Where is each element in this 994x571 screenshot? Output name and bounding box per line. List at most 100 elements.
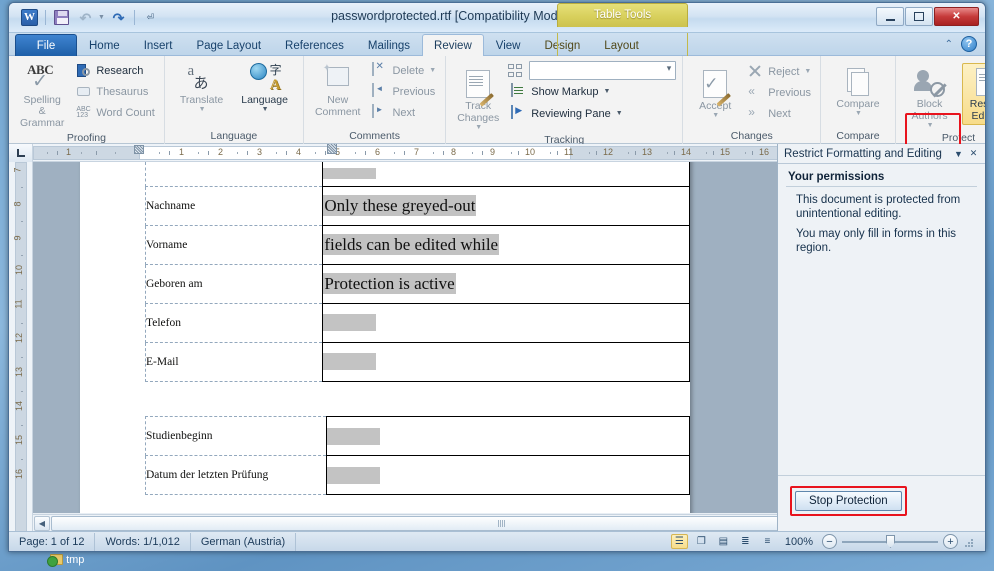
task-pane-close-icon[interactable]: ✕	[966, 146, 981, 161]
form-table-personal[interactable]: Nachname Only these greyed-out Vorname f…	[144, 162, 690, 382]
tab-references[interactable]: References	[273, 34, 356, 56]
help-icon[interactable]: ?	[961, 36, 977, 52]
reject-label: Reject	[768, 65, 800, 78]
tab-home[interactable]: Home	[77, 34, 132, 56]
table-row[interactable]: Datum der letzten Prüfung	[145, 455, 691, 495]
task-pane-header: Restrict Formatting and Editing ▼ ✕	[778, 144, 985, 163]
reject-dropdown-icon[interactable]: ▼	[804, 68, 811, 75]
table-row[interactable]	[144, 162, 690, 187]
table-row[interactable]: Nachname Only these greyed-out	[144, 185, 690, 226]
spelling-grammar-button[interactable]: ABC ✓ Spelling & Grammar	[15, 59, 69, 132]
tab-layout[interactable]: Layout	[592, 34, 651, 56]
next-comment-button[interactable]: Next	[369, 102, 439, 123]
compare-dropdown-icon[interactable]: ▼	[855, 110, 862, 117]
new-comment-button[interactable]: ✦ New Comment	[310, 59, 366, 121]
group-title-changes: Changes	[730, 130, 773, 142]
reject-button[interactable]: Reject ▼	[745, 61, 814, 82]
tab-selector-button[interactable]	[9, 144, 33, 162]
delete-comment-button[interactable]: Delete ▼	[369, 60, 439, 81]
view-draft-icon[interactable]: ≡	[759, 534, 776, 549]
minimize-button[interactable]	[876, 7, 904, 26]
minimize-ribbon-icon[interactable]: ⌃	[945, 39, 953, 50]
compare-button[interactable]: Compare ▼	[831, 63, 884, 120]
form-field-text[interactable]: Only these greyed-out	[323, 195, 477, 216]
view-outline-icon[interactable]: ≣	[737, 534, 754, 549]
translate-button[interactable]: a あ Translate ▼	[175, 59, 228, 116]
tab-view[interactable]: View	[484, 34, 533, 56]
form-field-text[interactable]: Protection is active	[323, 273, 456, 294]
view-web-layout-icon[interactable]: ▤	[715, 534, 732, 549]
delete-dropdown-icon[interactable]: ▼	[429, 67, 436, 74]
language-button[interactable]: A字 Language ▼	[236, 59, 293, 116]
tab-file[interactable]: File	[15, 34, 77, 56]
zoom-level-label[interactable]: 100%	[785, 536, 813, 548]
track-changes-button[interactable]: Track Changes ▼	[452, 65, 504, 134]
table-row[interactable]: Vorname fields can be edited while	[144, 224, 690, 265]
table-row[interactable]: Studienbeginn	[145, 416, 691, 456]
research-button[interactable]: Research	[73, 60, 158, 81]
maximize-button[interactable]	[905, 7, 933, 26]
row-value-email[interactable]	[322, 341, 690, 382]
zoom-slider[interactable]	[842, 534, 938, 549]
block-authors-icon	[913, 66, 946, 98]
row-value-datum-letzte-pruefung[interactable]	[325, 455, 691, 495]
row-value-vorname[interactable]: fields can be edited while	[322, 224, 690, 265]
translate-dropdown-icon[interactable]: ▼	[199, 106, 206, 113]
scroll-left-button[interactable]: ◀	[34, 515, 50, 531]
document-page[interactable]: Nachname Only these greyed-out Vorname f…	[80, 162, 691, 513]
next-change-button[interactable]: » Next	[745, 103, 814, 124]
form-field[interactable]	[323, 314, 377, 331]
reviewing-pane-button[interactable]: Reviewing Pane ▼	[508, 103, 676, 124]
accept-dropdown-icon[interactable]: ▼	[712, 112, 719, 119]
form-field[interactable]	[326, 466, 380, 484]
vertical-ruler[interactable]: 7 8 9 10 11 12 13 14 15 16	[9, 162, 33, 551]
status-page[interactable]: Page: 1 of 12	[9, 532, 96, 551]
row-value-nachname[interactable]: Only these greyed-out	[322, 185, 690, 226]
status-words[interactable]: Words: 1/1,012	[95, 532, 191, 551]
tab-insert[interactable]: Insert	[132, 34, 185, 56]
display-for-review-combobox[interactable]	[529, 61, 677, 80]
language-dropdown-icon[interactable]: ▼	[262, 106, 269, 113]
row-value[interactable]	[322, 162, 690, 187]
status-language[interactable]: German (Austria)	[191, 532, 297, 551]
restrict-editing-button[interactable]: Restrict Editing	[961, 63, 985, 125]
view-print-layout-icon[interactable]: ☰	[670, 534, 688, 549]
block-authors-button[interactable]: Block Authors ▼	[904, 63, 956, 132]
previous-comment-button[interactable]: Previous	[369, 81, 439, 102]
form-table-study[interactable]: Studienbeginn Datum der letzten Prüfung	[145, 416, 691, 495]
tab-page-layout[interactable]: Page Layout	[184, 34, 273, 56]
table-row[interactable]: E-Mail	[144, 341, 690, 382]
row-value-geboren-am[interactable]: Protection is active	[322, 263, 690, 304]
block-authors-dropdown-icon[interactable]: ▼	[927, 122, 934, 129]
zoom-out-button[interactable]: −	[822, 534, 837, 549]
close-button[interactable]: ✕	[934, 7, 979, 26]
accept-icon: ✓	[699, 68, 732, 107]
track-changes-dropdown-icon[interactable]: ▼	[475, 124, 482, 131]
previous-change-button[interactable]: « Previous	[745, 82, 814, 103]
stop-protection-button[interactable]: Stop Protection	[795, 491, 902, 511]
form-field[interactable]	[326, 427, 380, 445]
form-field-text[interactable]: fields can be edited while	[323, 234, 500, 255]
show-markup-dropdown-icon[interactable]: ▼	[604, 88, 611, 95]
desktop-icon-tmp[interactable]: tmp	[47, 552, 110, 571]
stop-protection-highlight: Stop Protection	[790, 486, 907, 516]
row-value-telefon[interactable]	[322, 302, 690, 343]
resize-grip-icon[interactable]	[965, 537, 975, 547]
reviewing-pane-dropdown-icon[interactable]: ▼	[616, 110, 623, 117]
tab-design[interactable]: Design	[532, 34, 592, 56]
table-row[interactable]: Telefon	[144, 302, 690, 343]
form-field[interactable]	[323, 168, 377, 180]
zoom-in-button[interactable]: +	[943, 534, 958, 549]
form-field[interactable]	[323, 353, 377, 370]
thesaurus-button[interactable]: Thesaurus	[73, 81, 158, 102]
row-value-studienbeginn[interactable]	[325, 416, 691, 456]
tab-mailings[interactable]: Mailings	[356, 34, 422, 56]
task-pane-title: Restrict Formatting and Editing	[784, 147, 942, 160]
view-full-screen-reading-icon[interactable]: ❐	[693, 534, 710, 549]
accept-button[interactable]: ✓ Accept ▼	[689, 65, 741, 122]
word-count-button[interactable]: ABC 123 Word Count	[73, 102, 158, 123]
table-row[interactable]: Geboren am Protection is active	[144, 263, 690, 304]
show-markup-button[interactable]: Show Markup ▼	[508, 81, 676, 102]
tab-review[interactable]: Review	[422, 34, 484, 56]
task-pane-dropdown-icon[interactable]: ▼	[951, 146, 966, 161]
